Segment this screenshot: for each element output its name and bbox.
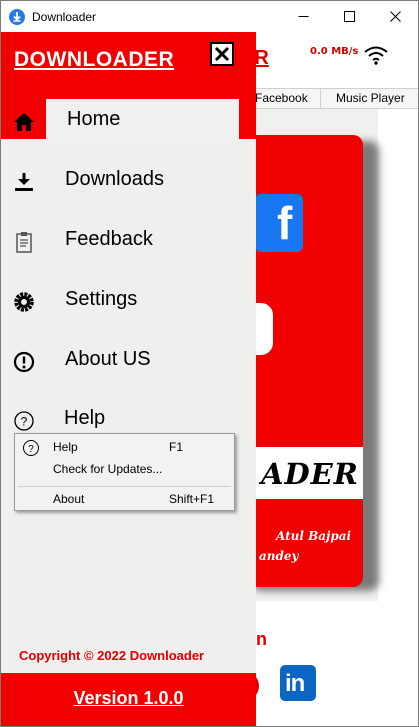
nav-item-feedback[interactable]: Feedback	[1, 223, 256, 259]
main-tab-bar: Facebook Music Player	[241, 88, 418, 109]
menu-item-help-shortcut: F1	[169, 440, 184, 454]
help-icon: ?	[23, 440, 39, 456]
minimize-icon	[298, 16, 308, 17]
download-icon	[12, 170, 36, 194]
info-icon	[12, 350, 36, 374]
menu-item-about-label: About	[53, 492, 85, 506]
network-speed: 0.0 MB/s	[310, 46, 359, 57]
help-icon: ?	[12, 409, 36, 433]
banner-text: ADER	[261, 457, 359, 491]
nav-label-help: Help	[64, 407, 106, 429]
menu-item-help-label: Help	[53, 440, 78, 454]
facebook-logo[interactable]: f	[255, 194, 303, 252]
nav-item-settings[interactable]: Settings	[1, 283, 256, 319]
author-name-second: andey	[259, 549, 299, 563]
nav-item-about-us[interactable]: About US	[1, 343, 256, 379]
nav-label-downloads: Downloads	[65, 168, 164, 190]
version-bar: Version 1.0.0	[1, 673, 256, 726]
menu-item-check-updates-label: Check for Updates...	[53, 462, 163, 476]
menu-item-about[interactable]: About Shift+F1	[15, 488, 234, 510]
downloader-app-icon	[9, 8, 25, 25]
linkedin-icon[interactable]: in	[280, 665, 316, 701]
clipboard-icon	[12, 230, 36, 254]
drawer-title: DOWNLOADER	[14, 48, 175, 71]
maximize-icon	[343, 11, 355, 22]
main-card: f ADER Atul Bajpai andey	[241, 135, 363, 587]
menu-item-about-shortcut: Shift+F1	[169, 492, 215, 506]
home-icon	[12, 110, 36, 134]
facebook-f-icon: f	[277, 197, 293, 249]
menu-item-check-updates[interactable]: Check for Updates...	[15, 458, 234, 480]
menu-item-help[interactable]: ? Help F1	[15, 436, 234, 458]
nav-label-about-us: About US	[65, 348, 151, 370]
close-window-button[interactable]	[372, 1, 418, 32]
nav-item-downloads[interactable]: Downloads	[1, 163, 256, 199]
wifi-icon	[364, 46, 388, 65]
gear-icon	[12, 290, 36, 314]
maximize-button[interactable]	[326, 1, 372, 32]
title-bar: Downloader	[1, 1, 418, 32]
help-context-menu: ? Help F1 Check for Updates... About Shi…	[14, 433, 235, 511]
close-drawer-button[interactable]	[210, 42, 234, 66]
minimize-button[interactable]	[280, 1, 326, 32]
svg-text:?: ?	[28, 444, 34, 455]
drawer-header: DOWNLOADER	[1, 32, 256, 99]
copyright-text: Copyright © 2022 Downloader	[19, 648, 205, 663]
app-window: Downloader ER 0.0 MB/s Facebook Music Pl…	[0, 0, 419, 727]
tab-music-player[interactable]: Music Player	[321, 89, 418, 108]
author-name: Atul Bajpai	[276, 529, 352, 543]
window-title: Downloader	[32, 9, 97, 24]
nav-label-settings: Settings	[65, 288, 138, 310]
svg-text:?: ?	[21, 415, 28, 429]
nav-label-feedback: Feedback	[65, 228, 153, 250]
close-icon	[214, 46, 230, 62]
version-link[interactable]: Version 1.0.0	[1, 688, 256, 709]
menu-separator	[18, 486, 231, 487]
nav-item-home[interactable]: Home	[1, 103, 256, 139]
close-icon	[389, 11, 401, 22]
nav-label-home: Home	[67, 108, 121, 130]
navigation-drawer: DOWNLOADER Home Downloads Feedback Setti…	[1, 32, 256, 726]
partial-heading: n	[256, 629, 267, 649]
